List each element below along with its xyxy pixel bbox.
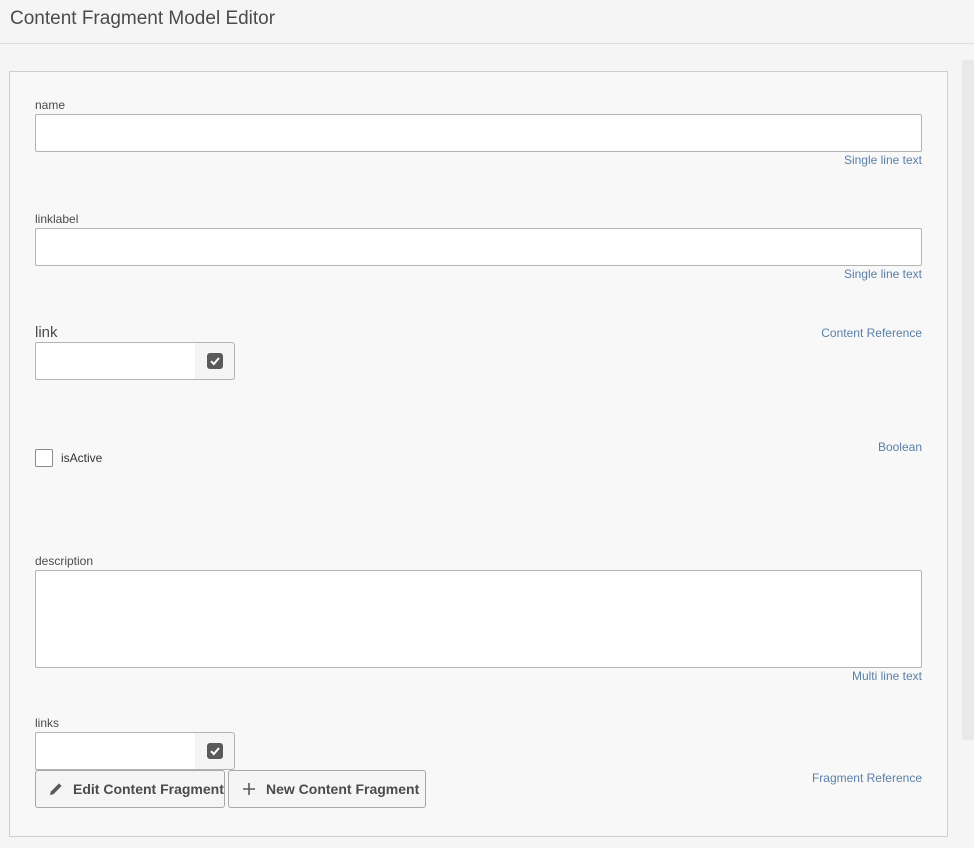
isactive-checkbox[interactable]: [35, 449, 53, 467]
linklabel-type-tag: Single line text: [843, 267, 922, 281]
description-label: description: [35, 554, 94, 568]
links-type-tag: Fragment Reference: [811, 771, 922, 785]
editor-panel: [9, 71, 948, 837]
linklabel-field[interactable]: [35, 228, 922, 266]
isactive-label: isActive: [61, 451, 103, 465]
linklabel-label: linklabel: [35, 212, 79, 226]
description-type-tag: Multi line text: [851, 669, 922, 683]
new-content-fragment-label: New Content Fragment: [266, 781, 420, 797]
check-square-icon: [206, 353, 223, 369]
name-type-tag: Single line text: [843, 153, 922, 167]
app-header: Content Fragment Model Editor: [0, 0, 974, 44]
page-title: Content Fragment Model Editor: [10, 8, 276, 29]
check-square-icon: [206, 743, 223, 759]
plus-icon: [241, 781, 257, 797]
edit-content-fragment-label: Edit Content Fragment: [73, 781, 224, 797]
pencil-icon: [48, 781, 64, 797]
link-path-field[interactable]: [35, 342, 196, 380]
scrollbar[interactable]: [962, 60, 974, 740]
name-label: name: [35, 98, 66, 112]
isactive-type-tag: Boolean: [877, 440, 922, 454]
link-type-tag: Content Reference: [821, 326, 922, 340]
link-picker-button[interactable]: [195, 342, 235, 380]
link-label: link: [35, 324, 58, 341]
name-field[interactable]: [35, 114, 922, 152]
links-label: links: [35, 716, 60, 730]
new-content-fragment-button[interactable]: New Content Fragment: [228, 770, 426, 808]
links-path-field[interactable]: [35, 732, 196, 770]
description-field[interactable]: [35, 570, 922, 668]
edit-content-fragment-button[interactable]: Edit Content Fragment: [35, 770, 225, 808]
links-picker-button[interactable]: [195, 732, 235, 770]
